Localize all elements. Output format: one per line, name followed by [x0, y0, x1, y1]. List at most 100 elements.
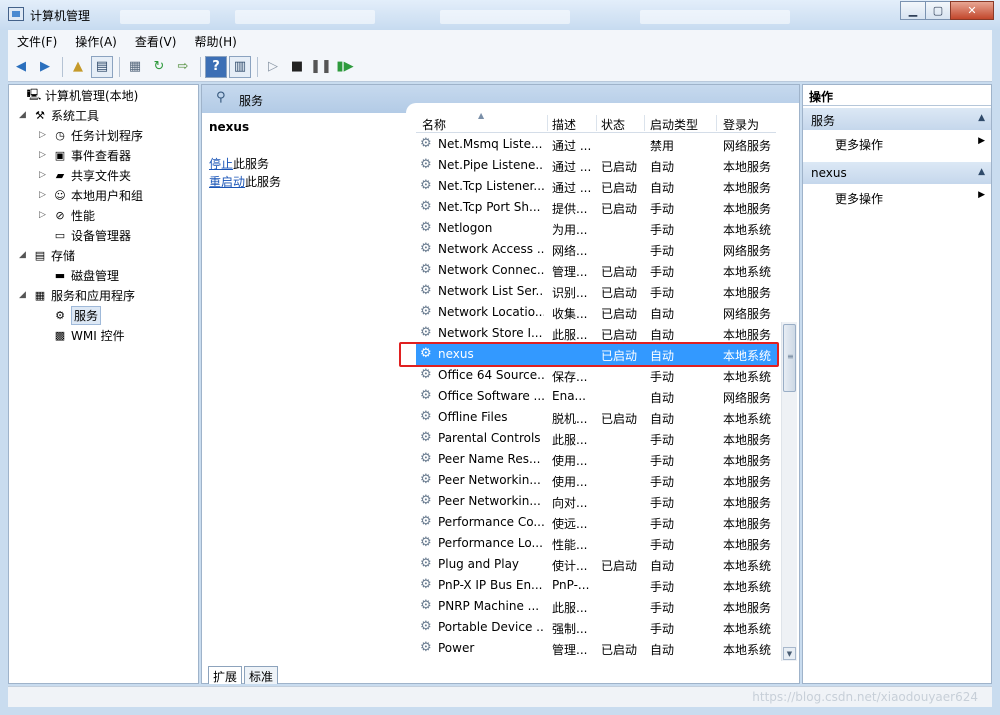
service-gear-icon: ⚙ — [420, 388, 432, 403]
service-row[interactable]: ⚙ Network Access ... 网络... 手动 网络服务 — [416, 239, 778, 260]
action-pane-icon[interactable]: ▥ — [229, 55, 251, 78]
tree-item[interactable]: ▷ ◷ 任务计划程序 — [39, 125, 143, 145]
service-startup-type: 自动 — [650, 160, 675, 174]
up-folder-icon[interactable]: ▲ — [67, 56, 89, 78]
scroll-down-arrow-icon[interactable]: ▼ — [783, 647, 796, 660]
collapse-up-icon[interactable]: ▲ — [978, 113, 985, 123]
tree-item[interactable]: ▷ ☺ 本地用户和组 — [39, 185, 143, 205]
column-description[interactable]: 描述 — [552, 116, 576, 133]
background-tab — [120, 10, 210, 24]
column-name[interactable]: 名称 — [422, 116, 446, 133]
service-row[interactable]: ⚙ PNRP Machine ... 此服... 手动 本地服务 — [416, 596, 778, 617]
service-row[interactable]: ⚙ Parental Controls 此服... 手动 本地服务 — [416, 428, 778, 449]
tab-standard[interactable]: 标准 — [244, 666, 279, 684]
menu-help[interactable]: 帮助(H) — [185, 33, 245, 50]
start-service-icon[interactable]: ▷ — [262, 56, 284, 78]
service-row[interactable]: ⚙ Net.Pipe Listene... 通过 ... 已启动 自动 本地服务 — [416, 155, 778, 176]
service-row[interactable]: ⚙ Offline Files 脱机... 已启动 自动 本地系统 — [416, 407, 778, 428]
minimize-button[interactable]: ▁ — [900, 1, 926, 20]
close-button[interactable]: ✕ — [950, 1, 994, 20]
stop-service-icon[interactable]: ■ — [286, 56, 308, 78]
column-divider[interactable] — [644, 115, 645, 131]
service-row[interactable]: ⚙ PnP-X IP Bus En... PnP-... 手动 本地系统 — [416, 575, 778, 596]
tree-item[interactable]: ▷ ⊘ 性能 — [39, 205, 95, 225]
tree-item[interactable]: ▭ 设备管理器 — [39, 225, 131, 245]
tree-item[interactable]: ▩ WMI 控件 — [39, 325, 125, 345]
service-row[interactable]: ⚙ Power 管理... 已启动 自动 本地系统 — [416, 638, 778, 659]
service-status: 已启动 — [601, 265, 638, 279]
service-row[interactable]: ⚙ Net.Tcp Listener... 通过 ... 已启动 自动 本地服务 — [416, 176, 778, 197]
more-actions-services[interactable]: 更多操作 ▶ — [803, 132, 991, 154]
collapsed-arrow-icon[interactable]: ▷ — [39, 210, 49, 220]
service-description: 收集... — [552, 307, 588, 321]
title-bar: 计算机管理 ▁ ▢ ✕ — [0, 0, 1000, 30]
tree-item[interactable]: ◢ ▦ 服务和应用程序 — [19, 285, 135, 305]
tree-item[interactable]: ▷ ▰ 共享文件夹 — [39, 165, 131, 185]
export-icon[interactable]: ⇨ — [172, 56, 194, 78]
column-divider[interactable] — [716, 115, 717, 131]
menu-action[interactable]: 操作(A) — [66, 33, 126, 50]
service-row[interactable]: ⚙ Performance Lo... 性能... 手动 本地服务 — [416, 533, 778, 554]
service-row[interactable]: ⚙ Network Locatio... 收集... 已启动 自动 网络服务 — [416, 302, 778, 323]
menu-file[interactable]: 文件(F) — [8, 33, 66, 50]
service-row[interactable]: ⚙ Performance Co... 使远... 手动 本地服务 — [416, 512, 778, 533]
actions-section-nexus[interactable]: nexus ▲ — [803, 162, 991, 184]
collapsed-arrow-icon[interactable]: ▷ — [39, 170, 49, 180]
pause-service-icon[interactable]: ❚❚ — [310, 56, 332, 78]
service-row[interactable]: ⚙ Network Connec... 管理... 已启动 手动 本地系统 — [416, 260, 778, 281]
forward-icon[interactable]: ▶ — [34, 56, 56, 78]
tree-item[interactable]: ⚙ 服务 — [39, 305, 102, 325]
properties-icon[interactable]: ▦ — [124, 56, 146, 78]
tree-item[interactable]: ◢ ⚒ 系统工具 — [19, 105, 99, 125]
collapse-up-icon[interactable]: ▲ — [978, 167, 985, 177]
column-startup-type[interactable]: 启动类型 — [650, 116, 698, 133]
more-actions-nexus[interactable]: 更多操作 ▶ — [803, 186, 991, 208]
service-row[interactable]: ⚙ Office Software ... Ena... 自动 网络服务 — [416, 386, 778, 407]
services-column-header: ▲ 名称 描述 状态 启动类型 登录为 — [416, 111, 776, 133]
service-row[interactable]: ⚙ Office 64 Source... 保存... 手动 本地系统 — [416, 365, 778, 386]
column-log-on-as[interactable]: 登录为 — [723, 116, 759, 133]
collapsed-arrow-icon[interactable]: ▷ — [39, 130, 49, 140]
service-row[interactable]: ⚙ Peer Networkin... 使用... 手动 本地服务 — [416, 470, 778, 491]
service-row[interactable]: ⚙ Net.Msmq Liste... 通过 ... 禁用 网络服务 — [416, 134, 778, 155]
service-startup-type: 手动 — [650, 454, 675, 468]
service-startup-type: 自动 — [650, 412, 675, 426]
service-row[interactable]: ⚙ Netlogon 为用... 手动 本地系统 — [416, 218, 778, 239]
menu-view[interactable]: 查看(V) — [126, 33, 186, 50]
service-gear-icon: ⚙ — [420, 304, 432, 319]
stop-service-link[interactable]: 停止 — [209, 157, 233, 171]
show-hide-tree-icon[interactable]: ▤ — [91, 55, 113, 78]
expanded-arrow-icon[interactable]: ◢ — [19, 290, 29, 300]
services-scrollbar[interactable]: ≡ ▼ — [781, 322, 797, 661]
service-gear-icon: ⚙ — [420, 451, 432, 466]
header-tab-shape — [406, 103, 799, 113]
tab-extended[interactable]: 扩展 — [208, 666, 243, 684]
collapsed-arrow-icon[interactable]: ▷ — [39, 150, 49, 160]
service-row[interactable]: ⚙ Net.Tcp Port Sh... 提供... 已启动 手动 本地服务 — [416, 197, 778, 218]
restart-service-link[interactable]: 重启动 — [209, 175, 245, 189]
column-divider[interactable] — [596, 115, 597, 131]
tree-item[interactable]: ◢ ▤ 存储 — [19, 245, 75, 265]
service-row[interactable]: ⚙ Peer Networkin... 向对... 手动 本地服务 — [416, 491, 778, 512]
column-divider[interactable] — [547, 115, 548, 131]
scrollbar-thumb[interactable]: ≡ — [783, 324, 796, 392]
service-row[interactable]: ⚙ Network List Ser... 识别... 已启动 手动 本地服务 — [416, 281, 778, 302]
back-icon[interactable]: ◀ — [10, 56, 32, 78]
service-gear-icon: ⚙ — [420, 598, 432, 613]
column-status[interactable]: 状态 — [601, 116, 625, 133]
tree-item[interactable]: ▷ ▣ 事件查看器 — [39, 145, 131, 165]
tree-item[interactable]: 🖳 计算机管理(本地) — [13, 85, 139, 105]
service-row[interactable]: ⚙ Plug and Play 使计... 已启动 自动 本地系统 — [416, 554, 778, 575]
refresh-icon[interactable]: ↻ — [148, 56, 170, 78]
expanded-arrow-icon[interactable]: ◢ — [19, 250, 29, 260]
maximize-button[interactable]: ▢ — [925, 1, 951, 20]
expanded-arrow-icon[interactable]: ◢ — [19, 110, 29, 120]
service-row[interactable]: ⚙ Portable Device ... 强制... 手动 本地系统 — [416, 617, 778, 638]
tree-item[interactable]: ▬ 磁盘管理 — [39, 265, 119, 285]
collapsed-arrow-icon[interactable]: ▷ — [39, 190, 49, 200]
help-icon[interactable]: ? — [205, 55, 227, 78]
restart-service-icon[interactable]: ▮▶ — [334, 56, 356, 78]
service-row[interactable]: ⚙ Peer Name Res... 使用... 手动 本地服务 — [416, 449, 778, 470]
actions-section-services[interactable]: 服务 ▲ — [803, 108, 991, 130]
service-row[interactable]: ⚙ Network Store I... 此服... 已启动 自动 本地服务 — [416, 323, 778, 344]
